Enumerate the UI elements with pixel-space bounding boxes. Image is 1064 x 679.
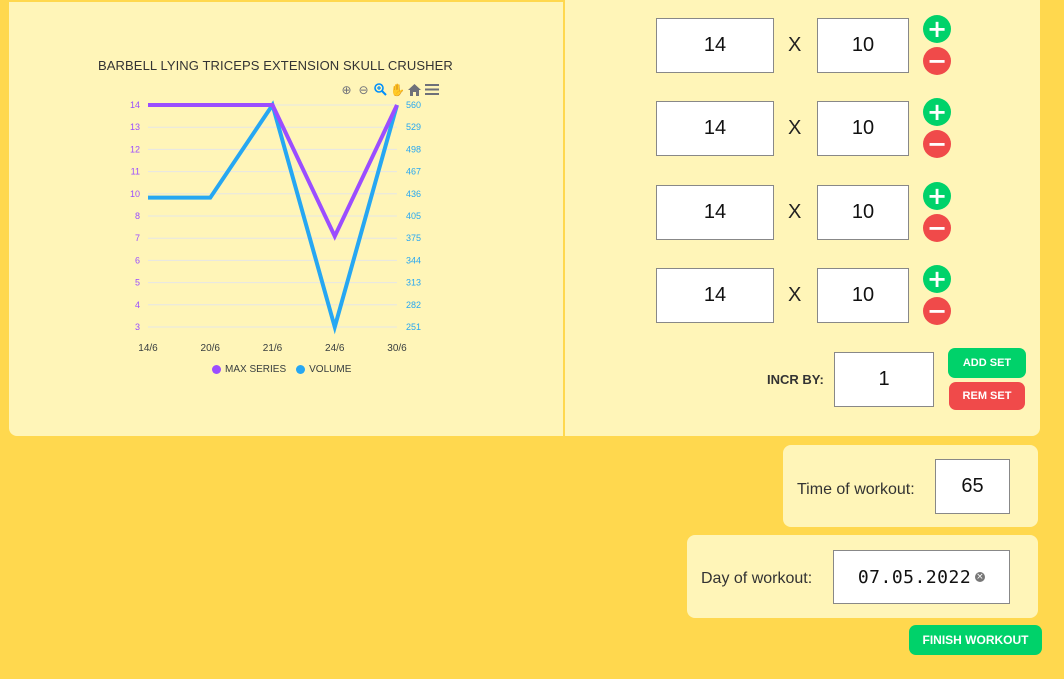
y-right-tick-label: 529 [406, 122, 421, 132]
set-3-x-label: X [788, 201, 802, 223]
finish-workout-button[interactable]: FINISH WORKOUT [909, 625, 1042, 655]
legend-item-volume[interactable]: VOLUME [296, 364, 351, 375]
set-1-minus-button[interactable]: − [923, 47, 951, 75]
increment-label: INCR BY: [767, 372, 824, 387]
chart-panel: BARBELL LYING TRICEPS EXTENSION SKULL CR… [9, 0, 565, 436]
y-right-tick-label: 467 [406, 167, 421, 177]
set-3-weight-input[interactable]: 14 [656, 185, 774, 240]
legend-marker [296, 365, 306, 374]
y-right-tick-label: 436 [406, 189, 421, 199]
set-3-plus-button[interactable]: + [923, 182, 951, 210]
x-tick-label: 24/6 [325, 343, 345, 354]
y-left-tick-label: 6 [135, 255, 140, 265]
set-1-x-label: X [788, 34, 802, 56]
clear-date-icon[interactable]: × [975, 572, 986, 582]
sets-panel: 14 X 10 + − 14 X 10 + − 14 X 10 + − 14 X… [565, 0, 1040, 436]
remove-set-button[interactable]: REM SET [949, 382, 1025, 410]
y-right-tick-label: 498 [406, 144, 421, 154]
set-3-reps-input[interactable]: 10 [817, 185, 909, 240]
x-tick-label: 30/6 [387, 343, 407, 354]
set-1-weight-input[interactable]: 14 [656, 18, 774, 73]
set-2-x-label: X [788, 117, 802, 139]
time-card: Time of workout: 65 [783, 445, 1038, 527]
time-input[interactable]: 65 [935, 459, 1010, 514]
y-left-tick-label: 13 [130, 122, 140, 132]
y-right-tick-label: 251 [406, 322, 421, 332]
set-2-weight-input[interactable]: 14 [656, 101, 774, 156]
set-2-plus-button[interactable]: + [923, 98, 951, 126]
y-left-tick-label: 11 [131, 167, 140, 177]
set-2-minus-button[interactable]: − [923, 130, 951, 158]
legend-marker [212, 365, 221, 374]
y-left-tick-label: 12 [130, 144, 140, 154]
increment-input[interactable]: 1 [834, 352, 934, 407]
y-left-tick-label: 4 [135, 300, 140, 310]
x-tick-label: 14/6 [138, 343, 158, 354]
date-input[interactable]: 07.05.2022 × [833, 550, 1010, 604]
set-4-minus-button[interactable]: − [923, 297, 951, 325]
x-tick-label: 20/6 [201, 343, 221, 354]
set-2-reps-input[interactable]: 10 [817, 101, 909, 156]
time-label: Time of workout: [797, 481, 915, 498]
y-left-tick-label: 5 [135, 278, 140, 288]
y-right-tick-label: 313 [406, 278, 421, 288]
set-4-x-label: X [788, 284, 802, 306]
y-right-tick-label: 375 [406, 233, 421, 243]
legend-label: VOLUME [309, 364, 352, 375]
day-label: Day of workout: [701, 570, 813, 587]
add-set-button[interactable]: ADD SET [948, 348, 1026, 378]
set-1-plus-button[interactable]: + [923, 15, 951, 43]
set-4-reps-input[interactable]: 10 [817, 268, 909, 323]
y-left-tick-label: 3 [135, 322, 140, 332]
day-card: Day of workout: 07.05.2022 × [687, 535, 1038, 618]
y-right-tick-label: 560 [406, 100, 421, 110]
set-1-reps-input[interactable]: 10 [817, 18, 909, 73]
chart-legend: MAX SERIES VOLUME [212, 364, 351, 375]
y-left-tick-label: 10 [130, 189, 140, 199]
set-4-plus-button[interactable]: + [923, 265, 951, 293]
series-line-max-series [148, 103, 399, 241]
set-3-minus-button[interactable]: − [923, 214, 951, 242]
set-4-weight-input[interactable]: 14 [656, 268, 774, 323]
y-left-tick-label: 8 [135, 211, 140, 221]
y-right-tick-label: 344 [406, 255, 421, 265]
x-tick-label: 21/6 [263, 343, 283, 354]
exercise-panel: BARBELL LYING TRICEPS EXTENSION SKULL CR… [9, 0, 1040, 436]
y-left-tick-label: 7 [135, 233, 140, 243]
legend-item-max-series[interactable]: MAX SERIES [212, 364, 286, 375]
y-right-tick-label: 282 [406, 300, 421, 310]
legend-label: MAX SERIES [225, 364, 287, 375]
date-value: 07.05.2022 [857, 566, 972, 588]
y-left-tick-label: 14 [130, 100, 140, 110]
y-right-tick-label: 405 [406, 211, 421, 221]
